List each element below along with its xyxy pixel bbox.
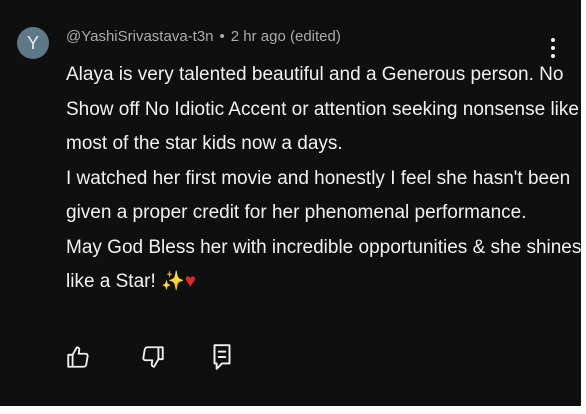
comment-line-last: like a Star! ✨♥ bbox=[66, 265, 566, 300]
comment-line: Alaya is very talented beautiful and a G… bbox=[66, 64, 564, 85]
author-handle[interactable]: @YashiSrivastava-t3n bbox=[66, 28, 214, 45]
comment-body: Alaya is very talented beautiful and a G… bbox=[66, 58, 582, 300]
comment-line-text: like a Star! bbox=[66, 271, 156, 292]
comment-line: Show off No Idiotic Accent or attention … bbox=[66, 98, 579, 120]
thumbs-up-icon[interactable] bbox=[65, 344, 91, 370]
reply-icon[interactable] bbox=[209, 342, 235, 370]
comment-card: Y @YashiSrivastava-t3n • 2 hr ago (edited)… bbox=[0, 0, 581, 406]
comment-line: I watched her first movie and honestly I… bbox=[66, 167, 571, 189]
comment-header: @YashiSrivastava-t3n • 2 hr ago (edited) bbox=[66, 28, 341, 45]
thumbs-down-icon[interactable] bbox=[140, 344, 166, 370]
sparkles-emoji: ✨ bbox=[161, 271, 185, 292]
timestamp[interactable]: 2 hr ago (edited) bbox=[231, 28, 341, 45]
comment-line: given a proper credit for her phenomenal… bbox=[66, 202, 527, 223]
avatar[interactable]: Y bbox=[17, 27, 49, 59]
comment-line: May God Bless her with incredible opport… bbox=[66, 236, 582, 258]
separator-dot: • bbox=[219, 28, 225, 45]
comment-line: most of the star kids now a days. bbox=[66, 133, 343, 154]
heart-emoji: ♥ bbox=[184, 271, 196, 292]
more-options-icon[interactable] bbox=[546, 36, 560, 60]
